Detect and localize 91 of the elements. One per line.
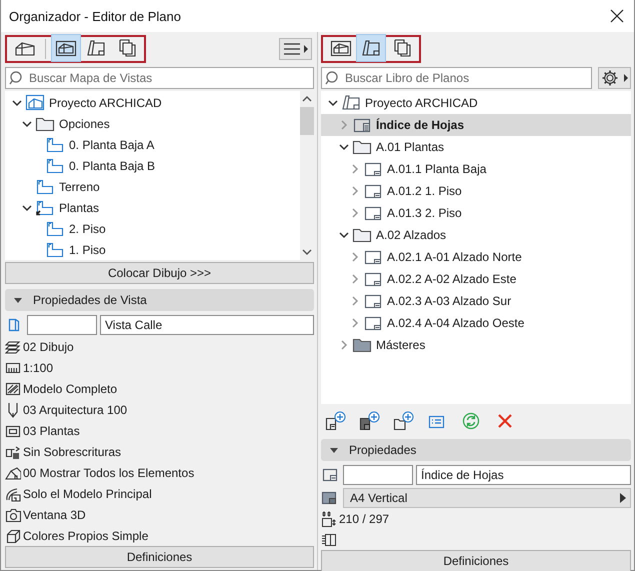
definitions-button[interactable]: Definiciones <box>321 550 631 571</box>
tree-item[interactable]: 0. Planta Baja B <box>5 155 300 176</box>
tree-item[interactable]: A.01 Plantas <box>321 136 631 158</box>
tree-item[interactable]: Terreno <box>5 176 300 197</box>
id-field[interactable] <box>27 315 97 335</box>
tree-item[interactable]: Opciones <box>5 113 300 134</box>
property-value: 00 Mostrar Todos los Elementos <box>23 466 194 480</box>
definitions-button[interactable]: Definiciones <box>5 546 314 568</box>
place-drawing-button[interactable]: Colocar Dibujo >>> <box>5 262 314 284</box>
tree-item[interactable]: A.02.2 A-02 Alzado Este <box>321 268 631 290</box>
settings-button[interactable] <box>598 67 631 89</box>
tree-item[interactable]: Plantas <box>5 197 300 218</box>
close-icon[interactable] <box>610 9 624 23</box>
tree-item[interactable]: 0. Planta Baja A <box>5 134 300 155</box>
property-value: Modelo Completo <box>23 382 118 396</box>
sheet-icon <box>363 270 383 288</box>
hatch-icon <box>5 380 21 396</box>
property-value: 02 Dibujo <box>23 340 74 354</box>
sheet-icon <box>352 116 372 134</box>
property-value: 03 Plantas <box>23 424 80 438</box>
name-field[interactable]: Vista Calle <box>100 315 314 335</box>
property-value: Ventana 3D <box>23 508 86 522</box>
folder-icon <box>352 336 372 354</box>
scroll-thumb[interactable] <box>300 107 314 135</box>
tree-item[interactable]: Proyecto ARCHICAD <box>5 92 300 113</box>
tree-item[interactable]: A.01.2 1. Piso <box>321 180 631 202</box>
section-header[interactable]: Propiedades <box>321 439 631 461</box>
tree-item[interactable]: A.01.1 Planta Baja <box>321 158 631 180</box>
new-folder-icon[interactable] <box>393 411 415 431</box>
framed-house-icon <box>25 94 45 112</box>
sheet-icon <box>363 160 383 178</box>
paper-size-icon <box>321 510 337 528</box>
tree-item[interactable]: A.02.4 A-04 Alzado Oeste <box>321 312 631 334</box>
search-field[interactable]: Buscar Mapa de Vistas <box>5 67 314 89</box>
house-icon <box>5 464 21 480</box>
scrollbar[interactable] <box>300 91 314 260</box>
tree-item[interactable]: A.02 Alzados <box>321 224 631 246</box>
menu-button[interactable] <box>279 38 312 60</box>
scroll-up-icon[interactable] <box>302 95 312 103</box>
tree-item[interactable]: 2. Piso <box>5 218 300 239</box>
paper-dropdown[interactable]: A4 Vertical <box>343 488 631 508</box>
override-icon <box>5 444 21 460</box>
name-field[interactable]: Índice de Hojas <box>416 465 631 485</box>
property-value: 1:100 <box>23 360 54 374</box>
window-title: Organizador - Editor de Plano <box>9 8 181 24</box>
new-master-icon[interactable] <box>359 411 381 431</box>
dropdown-arrow-icon <box>620 493 626 503</box>
view-icon <box>6 316 22 334</box>
settings-icon <box>600 69 630 87</box>
id-field[interactable] <box>343 465 413 485</box>
property-value: 03 Arquitectura 100 <box>23 402 128 416</box>
tree-item[interactable]: A.02.3 A-03 Alzado Sur <box>321 290 631 312</box>
view-icon <box>45 156 65 174</box>
collapse-triangle-icon <box>329 445 339 455</box>
view-mode-button[interactable] <box>51 34 81 62</box>
sheet-icon <box>363 314 383 332</box>
tree-item[interactable]: Índice de Hojas <box>321 114 631 136</box>
view-mode-button[interactable] <box>356 34 386 62</box>
cube-icon <box>5 528 21 544</box>
camera-icon <box>5 506 21 522</box>
tree-item[interactable]: Másteres <box>321 334 631 356</box>
layers-icon <box>5 338 21 354</box>
folder-icon <box>352 138 372 156</box>
view-icon <box>35 198 55 216</box>
view-icon <box>45 136 65 154</box>
view-icon <box>35 178 55 196</box>
property-value: Solo el Modelo Principal <box>23 486 152 500</box>
property-value: Colores Propios Simple <box>23 528 148 542</box>
tree-item[interactable]: A.01.3 2. Piso <box>321 202 631 224</box>
search-field[interactable]: Buscar Libro de Planos <box>321 67 592 89</box>
sheet-icon <box>341 94 361 112</box>
new-sheet-icon[interactable] <box>325 411 347 431</box>
collapse-triangle-icon <box>13 295 23 305</box>
paper-size-value: 210 / 297 <box>339 512 390 526</box>
master-sheet-icon <box>321 489 337 507</box>
sheet-icon <box>363 204 383 222</box>
folder-icon <box>352 226 372 244</box>
menu-icon <box>282 42 310 56</box>
view-icon <box>45 220 65 238</box>
property-value: Sin Sobrescrituras <box>23 444 122 458</box>
sheet-icon <box>322 466 338 484</box>
tree-item[interactable]: A.02.1 A-01 Alzado Norte <box>321 246 631 268</box>
sheet-icon <box>363 182 383 200</box>
sheet-icon <box>363 248 383 266</box>
scroll-down-icon[interactable] <box>302 248 312 256</box>
model-icon <box>5 486 21 502</box>
tree-item[interactable]: 1. Piso <box>5 239 300 260</box>
section-header[interactable]: Propiedades de Vista <box>5 289 314 311</box>
view-icon <box>45 240 65 258</box>
sheet-icon <box>363 292 383 310</box>
tree-item[interactable]: Proyecto ARCHICAD <box>321 92 631 114</box>
